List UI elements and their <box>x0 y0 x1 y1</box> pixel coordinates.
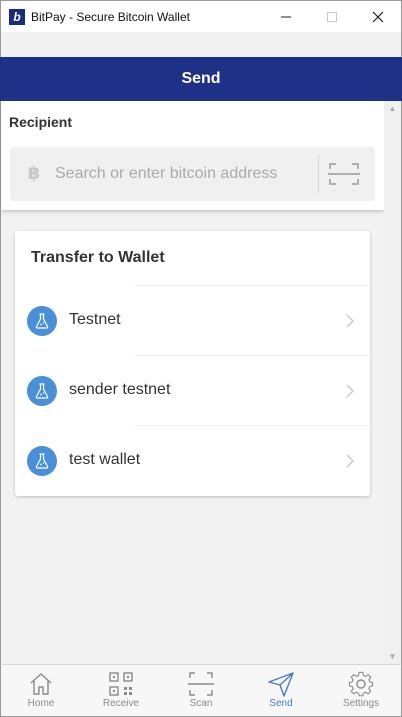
flask-icon <box>27 306 57 336</box>
chevron-right-icon <box>346 454 354 468</box>
qr-code-icon <box>109 672 133 696</box>
main-content: Recipient ฿ Transfer to Wallet Testnet <box>0 101 402 664</box>
top-spacer <box>0 32 402 57</box>
tab-settings[interactable]: Settings <box>321 665 401 717</box>
send-icon <box>268 672 294 697</box>
tab-send[interactable]: Send <box>241 665 321 717</box>
gear-icon <box>348 671 374 697</box>
wallet-name: test wallet <box>69 451 141 468</box>
bitpay-logo-icon: b <box>9 8 25 25</box>
recipient-search-box: ฿ <box>10 147 375 201</box>
tab-scan[interactable]: Scan <box>161 665 241 717</box>
app-header: Send <box>0 57 402 101</box>
flask-icon <box>27 376 57 406</box>
recipient-label: Recipient <box>9 114 73 130</box>
wallet-name: Testnet <box>69 311 121 328</box>
transfer-card-title: Transfer to Wallet <box>31 249 165 266</box>
bottom-tab-bar: Home Receive Scan Send Settings <box>0 664 402 717</box>
maximize-button[interactable] <box>309 1 355 33</box>
scan-icon <box>328 163 360 185</box>
maximize-icon <box>327 12 337 22</box>
close-icon <box>372 11 384 23</box>
tab-label: Home <box>27 698 55 709</box>
vertical-scrollbar[interactable]: ▲ ▼ <box>384 101 401 664</box>
close-button[interactable] <box>355 1 401 33</box>
flask-icon <box>27 446 57 476</box>
tab-receive[interactable]: Receive <box>81 665 161 717</box>
window-titlebar: b BitPay - Secure Bitcoin Wallet <box>0 0 402 32</box>
recipient-panel: Recipient ฿ <box>1 101 384 210</box>
minimize-button[interactable] <box>263 1 309 33</box>
scroll-down-icon[interactable]: ▼ <box>388 652 397 661</box>
wallet-name: sender testnet <box>69 381 171 398</box>
bitcoin-icon: ฿ <box>27 163 41 183</box>
tab-home[interactable]: Home <box>1 665 81 717</box>
tab-label: Scan <box>189 698 213 709</box>
page-title: Send <box>181 70 221 87</box>
tab-label: Settings <box>342 698 380 709</box>
home-icon <box>30 673 52 695</box>
window-title: BitPay - Secure Bitcoin Wallet <box>31 9 190 24</box>
wallet-item[interactable]: sender testnet <box>15 356 370 426</box>
chevron-right-icon <box>346 314 354 328</box>
chevron-right-icon <box>346 384 354 398</box>
tab-label: Receive <box>102 698 140 709</box>
scan-address-button[interactable] <box>326 160 362 188</box>
transfer-to-wallet-card: Transfer to Wallet Testnet sender testne… <box>15 231 370 496</box>
scroll-up-icon[interactable]: ▲ <box>388 104 397 113</box>
minimize-icon <box>281 16 291 18</box>
window-controls <box>263 1 401 33</box>
recipient-search-input[interactable] <box>55 159 310 189</box>
wallet-item[interactable]: Testnet <box>15 286 370 356</box>
tab-label: Send <box>269 698 293 709</box>
search-divider <box>318 155 319 193</box>
wallet-item[interactable]: test wallet <box>15 426 370 496</box>
scan-icon <box>188 672 214 696</box>
